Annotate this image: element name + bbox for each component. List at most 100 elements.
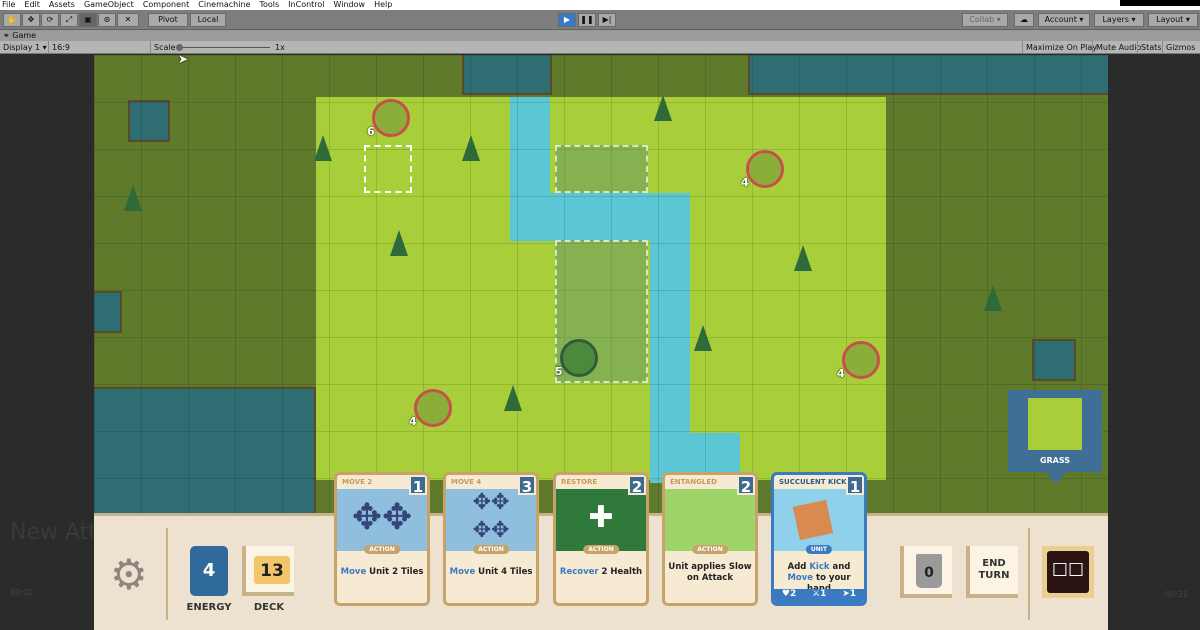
menu-help[interactable]: Help — [374, 0, 392, 10]
tree — [462, 135, 480, 161]
menu-file[interactable]: File — [2, 0, 15, 10]
desc-text: 2 Health — [598, 567, 643, 577]
tree — [504, 385, 522, 411]
move-arrows-icon: ✥✥ ✥✥ — [446, 489, 536, 551]
unit-health: 4 — [409, 415, 417, 428]
card-description: Recover 2 Health — [559, 567, 643, 578]
transform-tool-icon[interactable]: ⊛ — [98, 13, 116, 27]
tree — [694, 325, 712, 351]
card-entangled[interactable]: ENTANGLED 2 ACTION Unit applies Slow on … — [662, 472, 758, 606]
enemy-unit[interactable]: 6 — [367, 99, 410, 138]
menu-component[interactable]: Component — [143, 0, 189, 10]
menu-tools[interactable]: Tools — [259, 0, 279, 10]
layers-label: Layers — [1102, 15, 1129, 24]
step-button[interactable]: ▶| — [598, 13, 616, 27]
menu-cinemachine[interactable]: Cinemachine — [198, 0, 250, 10]
keyword: Kick — [809, 562, 830, 572]
aspect-dropdown[interactable]: 16:9 — [48, 41, 148, 54]
layout-dropdown[interactable]: Layout ▾ — [1148, 13, 1198, 27]
unit-stats: ♥2 ⚔1 ➤1 — [774, 589, 864, 603]
tree — [124, 185, 142, 211]
card-title: MOVE 4 — [451, 478, 482, 486]
unit-health: 4 — [837, 367, 845, 380]
pivot-label: Pivot — [158, 15, 178, 24]
play-button[interactable]: ▶ — [558, 13, 576, 27]
scale-tool-icon[interactable]: ⤢ — [60, 13, 78, 27]
card-succulent-kicker[interactable]: SUCCULENT KICKER 1 UNIT Add Kick and Mov… — [771, 472, 867, 606]
enemy-unit[interactable]: 4 — [409, 389, 452, 428]
tree — [390, 230, 408, 256]
menu-edit[interactable]: Edit — [24, 0, 40, 10]
maximize-on-play-toggle[interactable]: Maximize On Play — [1022, 41, 1100, 54]
move-tool-icon[interactable]: ✥ — [22, 13, 40, 27]
enemy-unit[interactable]: 4 — [741, 150, 784, 189]
move-arrows-icon: ✥✥ — [337, 489, 427, 551]
custom-tool-icon[interactable]: ✕ — [117, 13, 139, 27]
rect-tool-icon[interactable]: ▣ — [79, 13, 97, 27]
collab-label: Collab — [969, 15, 995, 24]
trash-icon: 0 — [916, 554, 942, 588]
tile-info-pointer — [1046, 472, 1066, 484]
menu-window[interactable]: Window — [334, 0, 366, 10]
local-button[interactable]: Local — [190, 13, 226, 27]
discard-button[interactable]: 0 — [900, 546, 952, 598]
deck-button[interactable]: 13 — [242, 546, 294, 596]
opponent-avatar[interactable]: ☐☐ — [1042, 546, 1094, 598]
card-type: UNIT — [805, 545, 833, 554]
keyword: Move — [340, 567, 367, 577]
menu-incontrol[interactable]: InControl — [288, 0, 324, 10]
pause-button[interactable]: ❚❚ — [578, 13, 596, 27]
attack-stat: ⚔1 — [812, 589, 827, 599]
health-value: 2 — [789, 589, 797, 599]
face-icon: ☐☐ — [1047, 551, 1089, 593]
rotate-tool-icon[interactable]: ⟳ — [41, 13, 59, 27]
card-cost: 3 — [518, 475, 536, 496]
enemy-unit[interactable]: 4 — [837, 341, 880, 380]
collab-button[interactable]: Collab ▾ — [962, 13, 1008, 27]
stats-toggle[interactable]: Stats — [1137, 41, 1164, 54]
move-stat: ➤1 — [842, 589, 857, 599]
desc-text: and — [829, 562, 851, 572]
ally-unit[interactable]: 5 — [555, 339, 598, 378]
aspect-label: 16:9 — [52, 43, 70, 52]
scale-slider[interactable] — [176, 44, 270, 51]
card-type: ACTION — [583, 545, 619, 554]
potion-icon: ✚ — [556, 489, 646, 551]
end-turn-label: END TURN — [978, 558, 1010, 581]
hand-tool-icon[interactable]: ✋ — [3, 13, 21, 27]
black-bar — [1120, 0, 1200, 6]
energy-battery-icon: 4 — [190, 546, 228, 596]
video-time-start: 00:00 — [10, 588, 34, 597]
display-dropdown[interactable]: Display 1 ▾ — [0, 41, 50, 54]
energy-value: 4 — [202, 560, 216, 581]
card-restore[interactable]: ✚ RESTORE 2 ACTION Recover 2 Health — [553, 472, 649, 606]
selection-box — [364, 145, 412, 193]
card-cost: 1 — [846, 475, 864, 496]
deck-label: DECK — [253, 602, 285, 613]
health-stat: ♥2 — [781, 589, 797, 599]
card-cost: 2 — [628, 475, 646, 496]
discard-value: 0 — [924, 565, 934, 581]
cloud-icon[interactable]: ☁ — [1014, 13, 1034, 27]
settings-gear-icon[interactable]: ⚙ — [110, 554, 148, 596]
card-description: Move Unit 4 Tiles — [449, 567, 533, 578]
menu-gameobject[interactable]: GameObject — [84, 0, 134, 10]
tile-info-label: GRASS — [1039, 456, 1071, 465]
account-dropdown[interactable]: Account ▾ — [1038, 13, 1090, 27]
folder-icon: 13 — [254, 556, 290, 584]
unit-health: 5 — [555, 365, 563, 378]
gizmos-dropdown[interactable]: Gizmos — [1162, 41, 1198, 54]
pivot-button[interactable]: Pivot — [148, 13, 188, 27]
layers-dropdown[interactable]: Layers ▾ — [1094, 13, 1144, 27]
game-tab-label: Game — [12, 31, 37, 40]
end-turn-button[interactable]: END TURN — [966, 546, 1018, 598]
scale-slider-handle[interactable] — [176, 44, 183, 51]
menu-assets[interactable]: Assets — [49, 0, 75, 10]
card-move-2[interactable]: ✥✥ MOVE 2 1 ACTION Move Unit 2 Tiles — [334, 472, 430, 606]
desc-text: Add — [787, 562, 810, 572]
card-move-4[interactable]: ✥✥ ✥✥ MOVE 4 3 ACTION Move Unit 4 Tiles — [443, 472, 539, 606]
game-tab[interactable]: ⚭ Game — [0, 30, 1200, 41]
highlighted-tile[interactable] — [555, 145, 648, 193]
scale-label: Scale — [150, 41, 179, 54]
succulent-kicker-art — [774, 489, 864, 551]
